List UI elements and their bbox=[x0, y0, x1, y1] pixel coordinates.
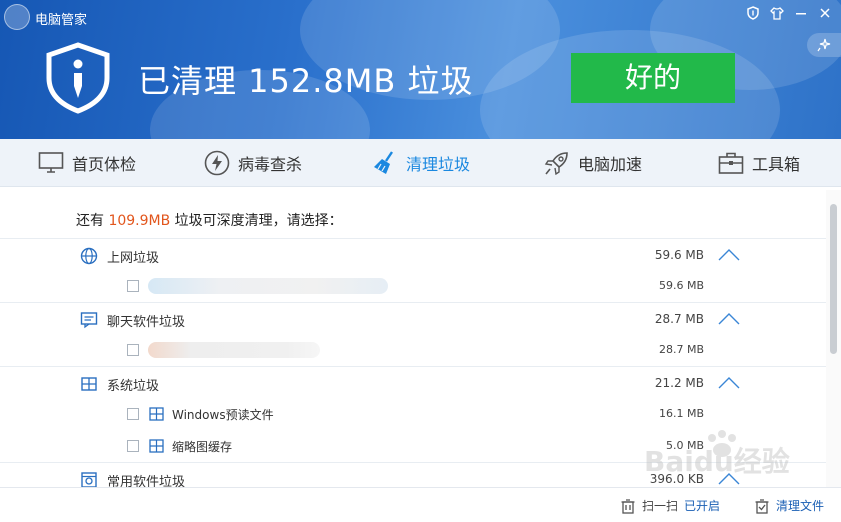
chevron-up-icon[interactable] bbox=[718, 313, 740, 325]
item-size: 5.0 MB bbox=[665, 439, 704, 452]
item-row-windows-prefetch[interactable]: Windows预读文件 16.1 MB bbox=[0, 398, 826, 430]
window-controls bbox=[743, 6, 835, 26]
trash-scan-icon bbox=[621, 498, 635, 514]
broom-icon bbox=[374, 151, 393, 174]
category-row-chat[interactable]: 聊天软件垃圾 28.7 MB bbox=[0, 302, 826, 334]
category-label: 系统垃圾 bbox=[107, 379, 160, 394]
scan-status: 已开启 bbox=[684, 499, 721, 513]
item-size: 28.7 MB bbox=[658, 343, 704, 356]
category-size: 59.6 MB bbox=[654, 248, 704, 262]
chevron-up-icon[interactable] bbox=[718, 249, 740, 261]
globe-icon bbox=[80, 247, 98, 265]
trash-icon bbox=[755, 498, 769, 514]
windows-icon bbox=[149, 439, 164, 453]
scan-prefix: 扫一扫 bbox=[642, 499, 679, 513]
rocket-icon bbox=[544, 152, 568, 176]
software-icon bbox=[81, 472, 97, 487]
category-size: 28.7 MB bbox=[654, 312, 704, 326]
tab-pc-speedup[interactable]: 电脑加速 bbox=[544, 139, 642, 187]
summary-suffix: 垃圾可深度清理，请选择： bbox=[174, 213, 343, 229]
chevron-up-icon[interactable] bbox=[718, 377, 740, 389]
scroll-thumb[interactable] bbox=[830, 204, 837, 354]
tab-clean-junk-label: 清理垃圾 bbox=[406, 155, 471, 174]
item-size: 16.1 MB bbox=[658, 407, 704, 420]
tab-virus-scan-label: 病毒查杀 bbox=[238, 155, 303, 174]
summary-prefix: 还有 bbox=[76, 213, 104, 229]
tab-clean-junk[interactable]: 清理垃圾 bbox=[372, 139, 470, 187]
minimize-icon[interactable] bbox=[791, 6, 811, 26]
close-icon[interactable] bbox=[815, 6, 835, 26]
category-label: 常用软件垃圾 bbox=[107, 475, 186, 487]
tab-toolbox[interactable]: 工具箱 bbox=[718, 139, 800, 187]
chat-icon bbox=[80, 312, 98, 329]
windows-icon bbox=[149, 407, 164, 421]
item-size: 59.6 MB bbox=[658, 279, 704, 292]
item-label: Windows预读文件 bbox=[172, 408, 274, 422]
item-row-internet[interactable]: 59.6 MB bbox=[0, 270, 826, 302]
category-row-common-software[interactable]: 常用软件垃圾 396.0 KB bbox=[0, 462, 826, 487]
blurred-item-label bbox=[148, 342, 320, 358]
tab-toolbox-label: 工具箱 bbox=[752, 155, 801, 174]
category-size: 21.2 MB bbox=[654, 376, 704, 390]
tab-pc-speedup-label: 电脑加速 bbox=[578, 155, 643, 174]
item-checkbox[interactable] bbox=[127, 408, 139, 420]
clean-result-headline: 已清理 152.8MB 垃圾 bbox=[138, 62, 474, 100]
tab-home-checkup[interactable]: 首页体检 bbox=[38, 139, 136, 187]
tab-home-checkup-label: 首页体检 bbox=[72, 155, 137, 174]
item-checkbox[interactable] bbox=[127, 440, 139, 452]
item-checkbox[interactable] bbox=[127, 280, 139, 292]
clean-files-label: 清理文件 bbox=[776, 499, 825, 513]
category-label: 聊天软件垃圾 bbox=[107, 315, 186, 330]
clean-files-button[interactable]: 清理文件 bbox=[754, 497, 824, 514]
tab-virus-scan[interactable]: 病毒查杀 bbox=[204, 139, 302, 187]
sparkle-icon[interactable] bbox=[807, 33, 841, 57]
blurred-item-label bbox=[148, 278, 388, 294]
lightning-icon bbox=[204, 150, 230, 176]
scan-toggle-button[interactable]: 扫一扫 已开启 bbox=[620, 497, 720, 514]
chevron-up-icon[interactable] bbox=[718, 473, 740, 485]
main-nav: 首页体检 病毒查杀 清理垃圾 电脑加速 工具箱 bbox=[0, 139, 841, 187]
windows-icon bbox=[81, 377, 97, 391]
shirt-icon[interactable] bbox=[767, 6, 787, 26]
app-logo bbox=[4, 4, 30, 30]
category-row-internet[interactable]: 上网垃圾 59.6 MB bbox=[0, 238, 826, 270]
category-row-system[interactable]: 系统垃圾 21.2 MB bbox=[0, 366, 826, 398]
item-label: 缩略图缓存 bbox=[172, 440, 233, 454]
junk-category-list: 上网垃圾 59.6 MB 59.6 MB 聊天软件垃圾 28.7 MB 28.7… bbox=[0, 238, 826, 487]
summary-amount: 109.9MB bbox=[108, 213, 171, 229]
footer-bar: 扫一扫 已开启 清理文件 bbox=[0, 487, 841, 522]
shield-logo-icon bbox=[46, 42, 110, 114]
header-banner: 电脑管家 已清理 152.8MB 垃圾 好的 bbox=[0, 0, 841, 139]
shield-icon[interactable] bbox=[743, 6, 763, 26]
list-scrollbar[interactable] bbox=[826, 190, 841, 488]
monitor-icon bbox=[38, 152, 64, 173]
remaining-junk-summary: 还有 109.9MB 垃圾可深度清理，请选择： bbox=[76, 210, 343, 230]
item-row-chat[interactable]: 28.7 MB bbox=[0, 334, 826, 366]
toolbox-icon bbox=[718, 152, 744, 174]
ok-button[interactable]: 好的 bbox=[571, 53, 735, 103]
category-size: 396.0 KB bbox=[649, 472, 704, 486]
category-label: 上网垃圾 bbox=[107, 251, 160, 266]
window-title: 电脑管家 bbox=[35, 13, 88, 28]
item-checkbox[interactable] bbox=[127, 344, 139, 356]
item-row-thumbnail-cache[interactable]: 缩略图缓存 5.0 MB bbox=[0, 430, 826, 462]
